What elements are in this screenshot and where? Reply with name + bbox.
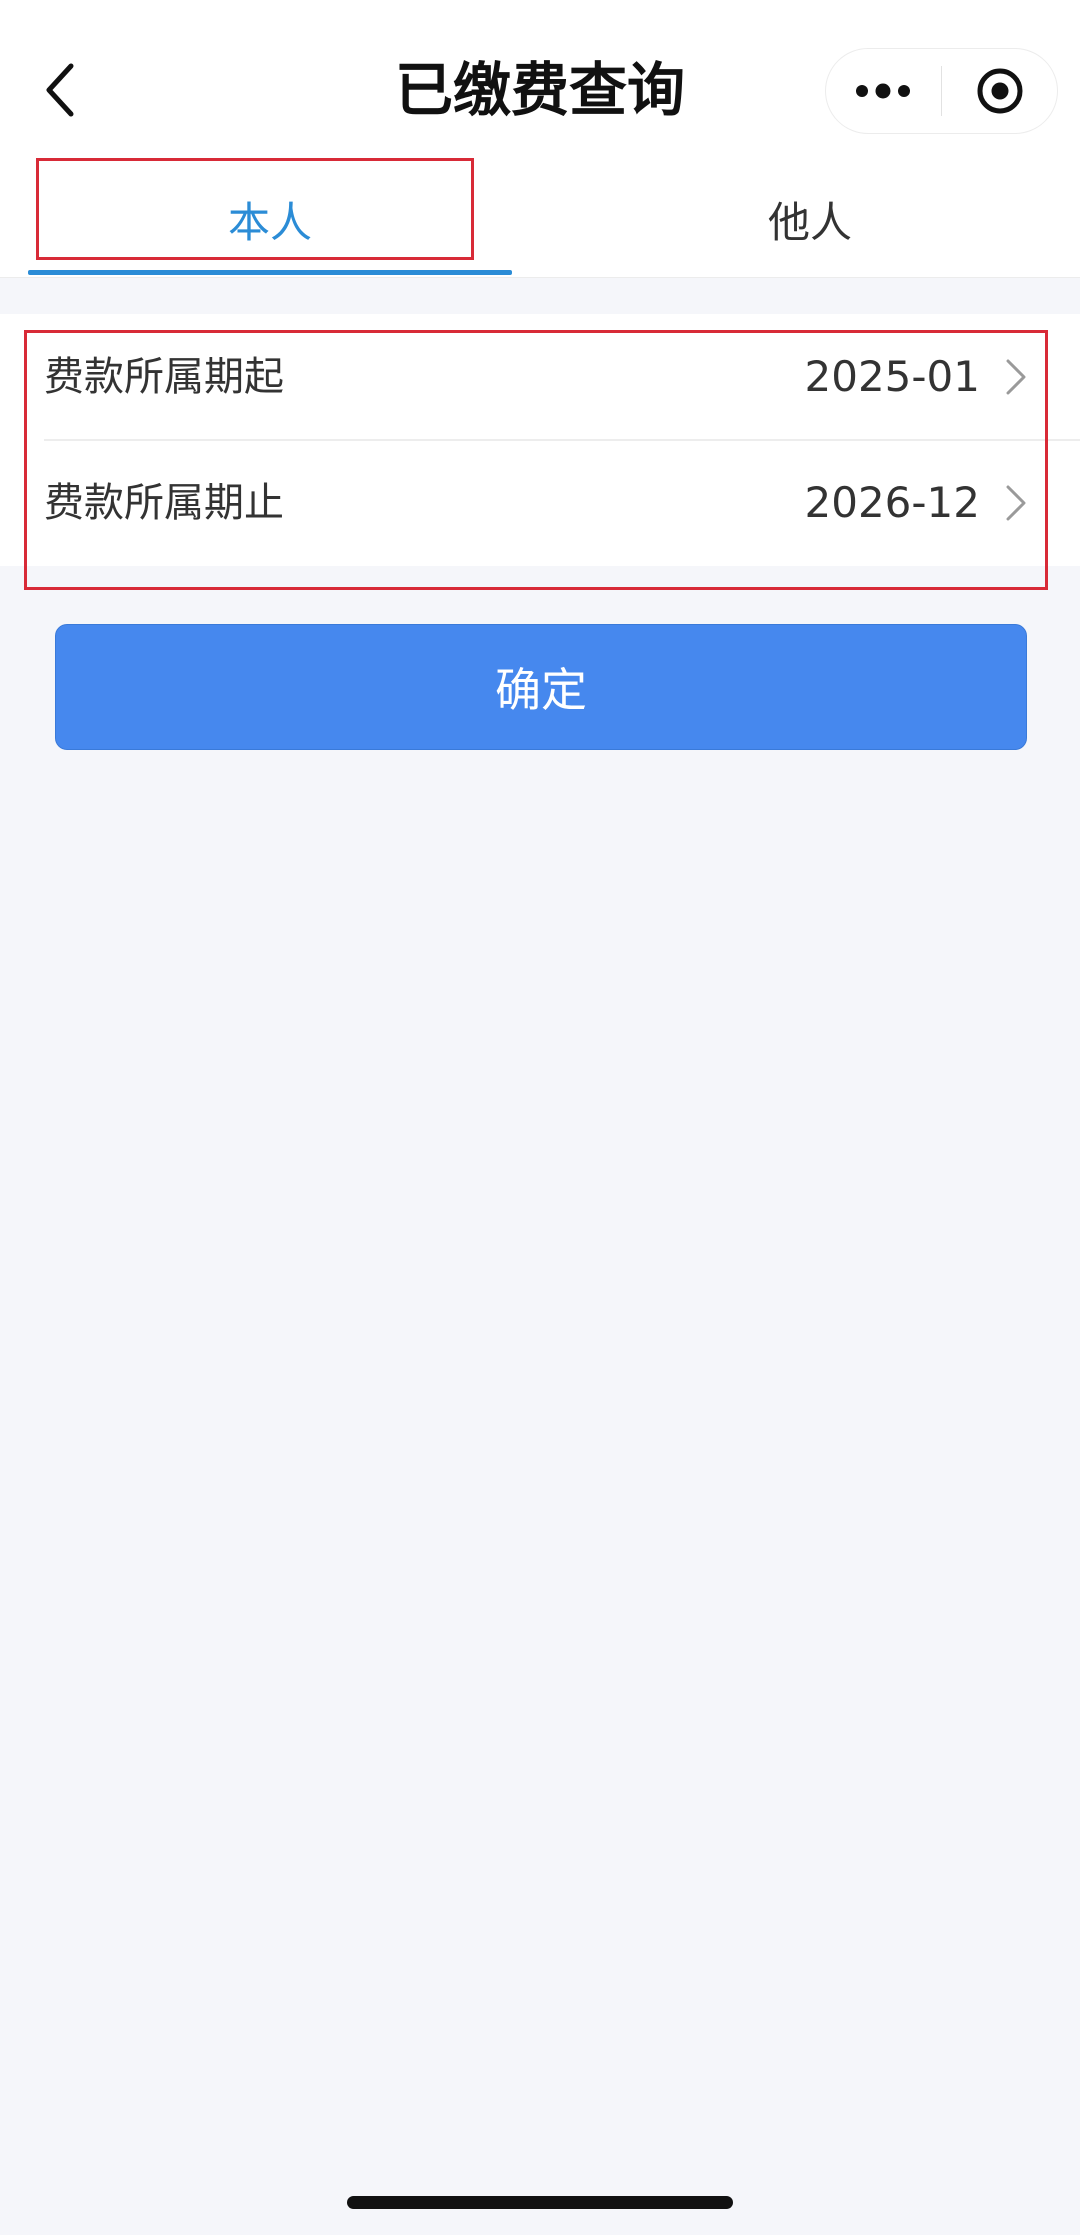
more-button[interactable] xyxy=(826,49,941,133)
confirm-button[interactable]: 确定 xyxy=(55,624,1027,750)
mini-program-capsule xyxy=(825,48,1058,134)
more-dots-icon xyxy=(856,83,911,99)
period-form: 费款所属期起 2025-01 费款所属期止 2026-12 xyxy=(0,314,1080,566)
period-start-label: 费款所属期起 xyxy=(44,354,284,400)
tab-others[interactable]: 他人 xyxy=(540,160,1080,278)
chevron-right-icon xyxy=(1006,359,1026,395)
period-start-value: 2025-01 xyxy=(804,352,981,401)
chevron-right-icon xyxy=(1006,485,1026,521)
active-tab-indicator xyxy=(28,270,512,275)
period-end-row[interactable]: 费款所属期止 2026-12 xyxy=(0,440,1080,566)
target-circle-icon xyxy=(977,68,1023,114)
close-button[interactable] xyxy=(942,49,1057,133)
home-indicator xyxy=(347,2196,733,2209)
period-end-value: 2026-12 xyxy=(804,478,981,527)
nav-header: 已缴费查询 xyxy=(0,0,1080,160)
tab-self[interactable]: 本人 xyxy=(0,160,540,278)
tab-bar: 本人 他人 xyxy=(0,160,1080,278)
period-start-row[interactable]: 费款所属期起 2025-01 xyxy=(0,314,1080,441)
period-end-label: 费款所属期止 xyxy=(44,480,284,526)
